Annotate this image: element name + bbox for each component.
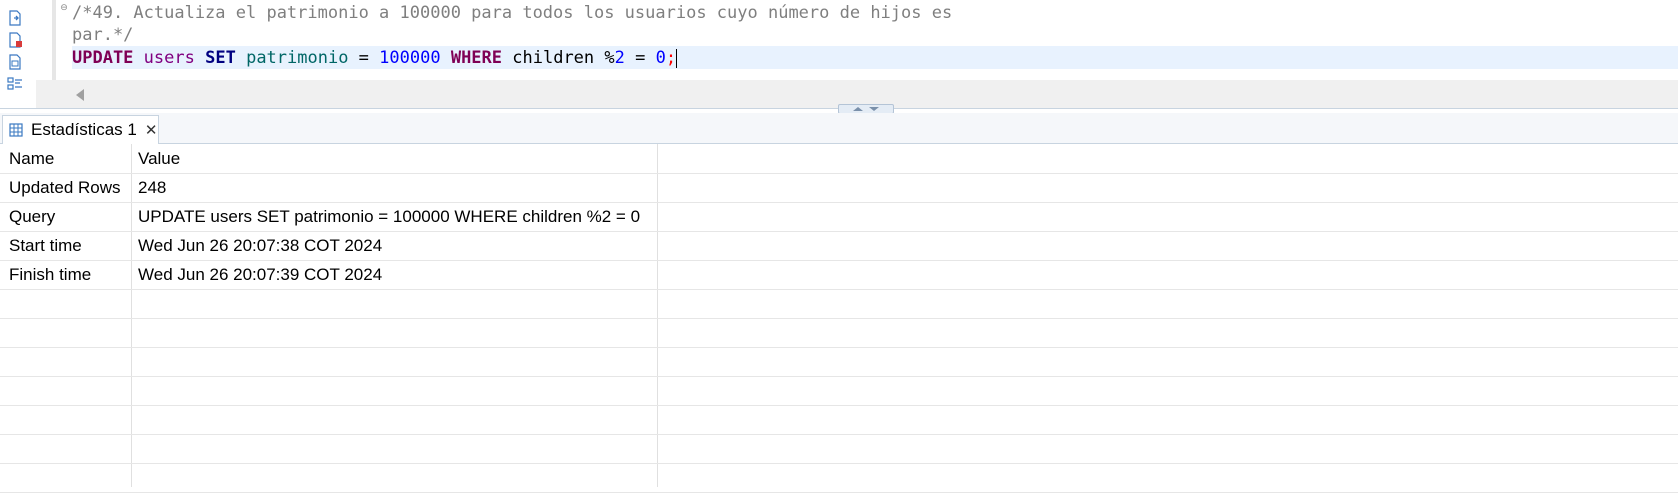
- statistics-grid[interactable]: Name Value Updated Rows 248 Query UPDATE…: [0, 144, 1678, 493]
- sql-number-zero: 0: [655, 48, 666, 68]
- collapse-down-icon[interactable]: [869, 107, 879, 111]
- text-caret: [676, 48, 678, 68]
- row-name-cell[interactable]: Start time: [9, 231, 129, 260]
- collapse-up-icon[interactable]: [853, 107, 863, 111]
- sql-number-mod: 2: [614, 48, 625, 68]
- grid-header-row: Name Value: [0, 144, 1678, 174]
- sql-operator-mod: %: [594, 48, 615, 68]
- column-header-value[interactable]: Value: [138, 144, 654, 173]
- empty-row: [0, 463, 1678, 493]
- close-icon[interactable]: ✕: [145, 123, 158, 138]
- sql-number-value: 100000: [379, 48, 441, 68]
- table-grid-icon: [9, 123, 23, 137]
- table-row[interactable]: Finish time Wed Jun 26 20:07:39 COT 2024: [0, 260, 1678, 290]
- column-header-name[interactable]: Name: [9, 144, 129, 173]
- sql-comment-line-1: /*49. Actualiza el patrimonio a 100000 p…: [72, 3, 953, 23]
- row-name-cell[interactable]: Query: [9, 202, 129, 231]
- sql-operator-eq2: =: [624, 48, 656, 68]
- results-tab-bar: Estadísticas 1 ✕: [0, 113, 1678, 144]
- execute-script-icon[interactable]: [6, 31, 24, 49]
- sql-operator-eq: =: [348, 48, 380, 68]
- empty-row: [0, 376, 1678, 406]
- editor-side-toolbar: [0, 0, 36, 96]
- sql-comment-line-2: par.*/: [72, 25, 134, 45]
- sql-keyword-where: WHERE: [450, 48, 503, 68]
- sql-statement-line[interactable]: UPDATE users SET patrimonio = 100000 WHE…: [72, 47, 678, 69]
- table-row[interactable]: Updated Rows 248: [0, 173, 1678, 203]
- empty-row: [0, 405, 1678, 435]
- row-value-cell[interactable]: UPDATE users SET patrimonio = 100000 WHE…: [138, 202, 654, 231]
- explain-plan-icon[interactable]: [6, 53, 24, 71]
- row-name-cell[interactable]: Updated Rows: [9, 173, 129, 202]
- sql-semicolon: ;: [665, 48, 677, 68]
- row-value-cell[interactable]: Wed Jun 26 20:07:39 COT 2024: [138, 260, 654, 289]
- outline-icon[interactable]: [6, 75, 24, 93]
- editor-ruler: [52, 0, 56, 80]
- sql-condition-column: children: [512, 48, 595, 68]
- fold-collapse-icon[interactable]: ⊖: [59, 3, 69, 13]
- empty-row: [0, 434, 1678, 464]
- sql-column-name: patrimonio: [246, 48, 349, 68]
- row-value-cell[interactable]: Wed Jun 26 20:07:38 COT 2024: [138, 231, 654, 260]
- row-name-cell[interactable]: Finish time: [9, 260, 129, 289]
- row-value-cell[interactable]: 248: [138, 173, 654, 202]
- sql-table-name: users: [143, 48, 195, 68]
- empty-row: [0, 289, 1678, 319]
- empty-row: [0, 318, 1678, 348]
- sql-editor[interactable]: ⊖ /*49. Actualiza el patrimonio a 100000…: [0, 0, 1678, 90]
- empty-row: [0, 347, 1678, 377]
- scroll-left-arrow-icon[interactable]: [76, 89, 84, 101]
- table-row[interactable]: Start time Wed Jun 26 20:07:38 COT 2024: [0, 231, 1678, 261]
- tab-statistics[interactable]: Estadísticas 1 ✕: [2, 115, 159, 144]
- sql-keyword-set: SET: [205, 48, 236, 68]
- execute-statement-icon[interactable]: [6, 9, 24, 27]
- table-row[interactable]: Query UPDATE users SET patrimonio = 1000…: [0, 202, 1678, 232]
- sql-keyword-update: UPDATE: [72, 48, 134, 68]
- tab-statistics-label: Estadísticas 1: [31, 120, 137, 139]
